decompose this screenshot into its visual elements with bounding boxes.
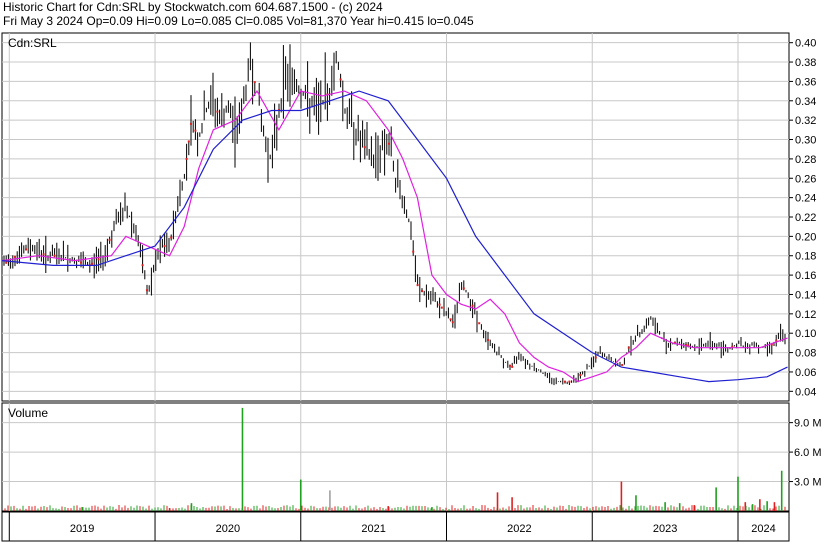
y-tick-label: 0.04 (795, 386, 816, 398)
y-tick-label: 0.28 (795, 154, 816, 166)
price-tick-mark (91, 262, 93, 265)
grid-lines (2, 33, 789, 511)
x-tick-label: 2020 (216, 523, 240, 535)
price-tick-mark (163, 245, 166, 248)
price-tick-mark (5, 261, 8, 264)
y-tick-label: 0.36 (795, 76, 816, 88)
price-tick-mark (627, 346, 630, 349)
y-tick-label: 0.34 (795, 96, 816, 108)
y-tick-label: 0.20 (795, 231, 816, 243)
y-tick-label: 0.12 (795, 309, 816, 321)
price-tick-mark (440, 306, 443, 309)
y-tick-label: 0.38 (795, 57, 816, 69)
axis-ticks: 0.40 0.38 0.36 0.34 0.32 0.30 0.28 0.26 0.24 0.22… (8, 38, 822, 541)
price-tick-mark (416, 284, 419, 287)
x-tick-label: 2022 (507, 523, 531, 535)
price-tick-mark (339, 78, 342, 81)
y-tick-label: 0.08 (795, 348, 816, 360)
price-tick-mark (53, 254, 56, 257)
volume-bars (4, 407, 786, 511)
price-tick-mark (621, 363, 624, 366)
price-tick-mark (42, 253, 45, 256)
y-tick-label: 0.30 (795, 135, 816, 147)
price-tick-mark (412, 250, 415, 253)
price-tick-mark (190, 122, 192, 125)
price-tick-mark (14, 255, 16, 258)
y-tick-label: 0.32 (795, 115, 816, 127)
price-tick-mark (438, 303, 441, 306)
price-tick-mark (594, 356, 597, 359)
price-tick-mark (421, 289, 423, 292)
price-tick-mark (108, 238, 111, 241)
y-tick-label: 0.40 (795, 38, 816, 50)
vol-tick-label: 3.0 M (794, 477, 822, 489)
y-tick-label: 0.24 (795, 193, 816, 205)
price-tick-mark (449, 318, 452, 321)
price-tick-mark (194, 129, 197, 132)
symbol-label: Cdn:SRL (8, 36, 57, 50)
price-tick-mark (97, 258, 100, 261)
y-tick-label: 0.10 (795, 328, 816, 340)
y-tick-label: 0.22 (795, 212, 816, 224)
volume-panel-frame (1, 402, 790, 512)
price-tick-mark (141, 264, 144, 267)
price-tick-mark (462, 287, 465, 290)
price-tick-mark (363, 146, 366, 149)
price-tick-mark (564, 380, 566, 383)
y-tick-label: 0.16 (795, 270, 816, 282)
price-tick-mark (216, 110, 219, 113)
price-tick-mark (80, 261, 82, 264)
x-tick-label: 2019 (70, 523, 94, 535)
price-tick-mark (253, 81, 256, 84)
price-tick-mark (509, 364, 511, 367)
price-tick-mark (568, 380, 571, 383)
y-tick-label: 0.18 (795, 251, 816, 263)
price-tick-mark (170, 236, 173, 239)
price-tick-mark (579, 373, 582, 376)
stock-chart: 0.40 0.38 0.36 0.34 0.32 0.30 0.28 0.26 0.24 0.22… (1, 32, 822, 542)
price-tick-mark (25, 248, 27, 251)
price-tick-mark (511, 365, 514, 368)
vol-tick-label: 9.0 M (794, 418, 822, 430)
price-tick-mark (187, 140, 190, 143)
price-tick-mark (146, 289, 148, 292)
y-tick-label: 0.26 (795, 173, 816, 185)
price-tick-mark (451, 321, 454, 324)
y-tick-label: 0.06 (795, 367, 816, 379)
price-tick-mark (185, 157, 188, 160)
volume-title: Volume (8, 406, 48, 420)
price-tick-mark (471, 304, 474, 307)
x-tick-label: 2021 (361, 523, 385, 535)
x-tick-label: 2024 (751, 523, 775, 535)
vol-tick-label: 6.0 M (794, 447, 822, 459)
price-tick-mark (478, 322, 481, 325)
price-tick-mark (388, 142, 390, 145)
x-tick-label: 2023 (653, 523, 677, 535)
y-tick-label: 0.14 (795, 289, 816, 301)
price-tick-mark (487, 338, 489, 341)
